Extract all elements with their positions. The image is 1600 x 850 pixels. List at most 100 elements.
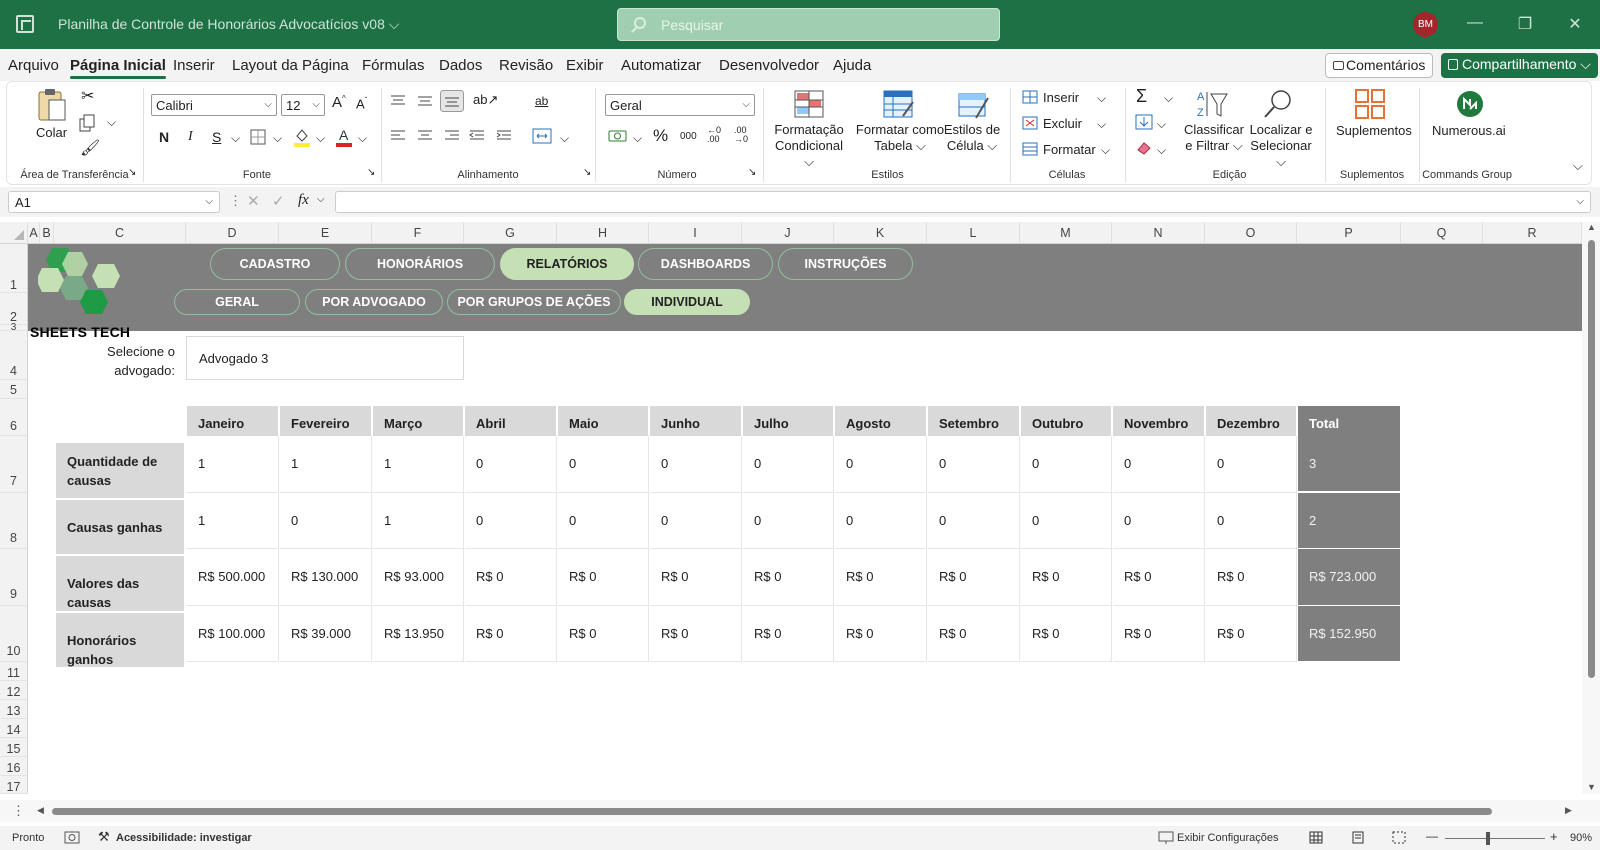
total-cell[interactable]: 2: [1298, 493, 1400, 548]
close-icon[interactable]: ✕: [1565, 14, 1585, 34]
font-launcher-icon[interactable]: ↘: [367, 167, 375, 178]
cancel-entry-icon[interactable]: ✕: [247, 192, 260, 210]
table-cell[interactable]: 0: [743, 493, 834, 549]
format-painter-icon[interactable]: 🖌: [80, 138, 100, 158]
align-left-icon[interactable]: [390, 129, 406, 143]
row-header-11[interactable]: 11: [0, 662, 28, 681]
merge-dropdown-icon[interactable]: ⌵: [560, 131, 569, 146]
row-header-16[interactable]: 16: [0, 757, 28, 776]
accessibility-icon[interactable]: ⚒: [98, 829, 110, 845]
merge-center-icon[interactable]: [532, 128, 552, 144]
scroll-right-icon[interactable]: ▶: [1565, 805, 1572, 816]
align-middle-icon[interactable]: [417, 94, 433, 108]
column-header-c[interactable]: C: [54, 222, 186, 244]
zoom-in-icon[interactable]: +: [1550, 829, 1558, 844]
addins-icon[interactable]: [1354, 88, 1386, 120]
page-layout-icon[interactable]: [1351, 831, 1365, 844]
clipboard-launcher-icon[interactable]: ↘: [128, 167, 136, 178]
table-cell[interactable]: R$ 0: [558, 606, 649, 662]
column-header-j[interactable]: J: [742, 222, 834, 244]
menu-ajuda[interactable]: Ajuda: [833, 57, 871, 74]
number-launcher-icon[interactable]: ↘: [748, 167, 756, 178]
align-center-icon[interactable]: [417, 129, 433, 143]
font-color-dropdown-icon[interactable]: ⌵: [358, 131, 367, 146]
align-bottom-icon[interactable]: [440, 90, 464, 112]
name-box[interactable]: A1 ⌵: [8, 191, 220, 213]
table-cell[interactable]: R$ 0: [1021, 549, 1112, 606]
zoom-level[interactable]: 90%: [1570, 832, 1592, 844]
table-cell[interactable]: R$ 0: [1113, 549, 1205, 606]
table-cell[interactable]: 0: [835, 436, 927, 493]
column-header-k[interactable]: K: [834, 222, 927, 244]
increase-decimal-icon[interactable]: ←0.00: [707, 126, 721, 144]
table-cell[interactable]: 0: [1113, 493, 1205, 549]
total-cell[interactable]: 3: [1298, 436, 1400, 491]
row-header-1[interactable]: 1: [0, 244, 28, 293]
display-settings-label[interactable]: Exibir Configurações: [1177, 832, 1279, 844]
table-cell[interactable]: R$ 0: [1206, 606, 1297, 662]
table-cell[interactable]: 1: [373, 436, 464, 493]
macro-record-icon[interactable]: [64, 831, 80, 844]
table-cell[interactable]: 0: [558, 436, 649, 493]
italic-icon[interactable]: I: [188, 129, 193, 145]
table-cell[interactable]: 0: [1206, 493, 1297, 549]
vertical-scrollbar[interactable]: ▲ ▼: [1582, 222, 1600, 794]
horizontal-scrollbar[interactable]: ⋮ ◀ ▶: [0, 800, 1600, 822]
column-header-p[interactable]: P: [1297, 222, 1401, 244]
table-cell[interactable]: 1: [280, 436, 372, 493]
formula-input[interactable]: ⌵: [335, 191, 1591, 213]
table-cell[interactable]: 0: [1113, 436, 1205, 493]
menu-revisao[interactable]: Revisão: [499, 57, 553, 74]
row-header-9[interactable]: 9: [0, 549, 28, 606]
column-header-q[interactable]: Q: [1401, 222, 1483, 244]
delete-dropdown-icon[interactable]: ⌵: [1097, 117, 1106, 132]
autosum-dropdown-icon[interactable]: ⌵: [1164, 91, 1173, 106]
table-cell[interactable]: R$ 13.950: [373, 606, 464, 662]
numerous-ai-icon[interactable]: [1456, 90, 1484, 118]
borders-icon[interactable]: [250, 129, 266, 145]
decrease-indent-icon[interactable]: [469, 129, 485, 143]
menu-automatizar[interactable]: Automatizar: [621, 57, 701, 74]
menu-dados[interactable]: Dados: [439, 57, 482, 74]
delete-cells-label[interactable]: Excluir: [1043, 116, 1082, 131]
format-cells-icon[interactable]: [1022, 142, 1038, 156]
borders-dropdown-icon[interactable]: ⌵: [273, 131, 282, 146]
alignment-launcher-icon[interactable]: ↘: [583, 167, 591, 178]
vertical-scroll-thumb[interactable]: [1588, 240, 1595, 678]
delete-cells-icon[interactable]: [1022, 116, 1038, 130]
zoom-slider-track[interactable]: [1445, 838, 1545, 839]
nav-cadastro[interactable]: CADASTRO: [210, 248, 340, 280]
format-as-table-label[interactable]: Formatar como Tabela ⌵: [855, 122, 945, 154]
more-options-icon[interactable]: ⋮: [229, 193, 242, 209]
user-avatar[interactable]: BM: [1413, 12, 1438, 37]
column-header-m[interactable]: M: [1020, 222, 1112, 244]
grow-font-icon[interactable]: A^: [332, 94, 346, 111]
copy-icon[interactable]: [78, 114, 96, 132]
table-cell[interactable]: R$ 39.000: [280, 606, 372, 662]
select-all-corner[interactable]: [0, 222, 28, 244]
column-header-h[interactable]: H: [557, 222, 649, 244]
scroll-left-icon[interactable]: ◀: [37, 805, 44, 816]
align-top-icon[interactable]: [390, 94, 406, 108]
shrink-font-icon[interactable]: Aˇ: [356, 96, 367, 111]
menu-pagina-inicial[interactable]: Página Inicial: [70, 57, 166, 79]
row-header-4[interactable]: 4: [0, 331, 28, 380]
subnav-geral[interactable]: GERAL: [174, 289, 300, 315]
accessibility-status[interactable]: Acessibilidade: investigar: [116, 832, 252, 844]
table-cell[interactable]: R$ 0: [1021, 606, 1112, 662]
table-cell[interactable]: R$ 0: [743, 606, 834, 662]
row-header-6[interactable]: 6: [0, 399, 28, 436]
table-cell[interactable]: R$ 0: [650, 549, 742, 606]
table-cell[interactable]: 0: [1021, 493, 1112, 549]
numerous-ai-label[interactable]: Numerous.ai: [1432, 123, 1506, 138]
menu-desenvolvedor[interactable]: Desenvolvedor: [719, 57, 819, 74]
subnav-individual[interactable]: INDIVIDUAL: [624, 289, 750, 315]
nav-relatorios[interactable]: RELATÓRIOS: [500, 248, 634, 280]
sort-filter-label[interactable]: Classificar e Filtrar ⌵: [1183, 122, 1245, 154]
column-header-a[interactable]: A: [28, 222, 40, 244]
table-cell[interactable]: 0: [650, 436, 742, 493]
menu-inserir[interactable]: Inserir: [173, 57, 215, 74]
column-header-b[interactable]: B: [40, 222, 54, 244]
clear-dropdown-icon[interactable]: ⌵: [1157, 143, 1166, 158]
document-title[interactable]: Planilha de Controle de Honorários Advoc…: [58, 16, 399, 33]
